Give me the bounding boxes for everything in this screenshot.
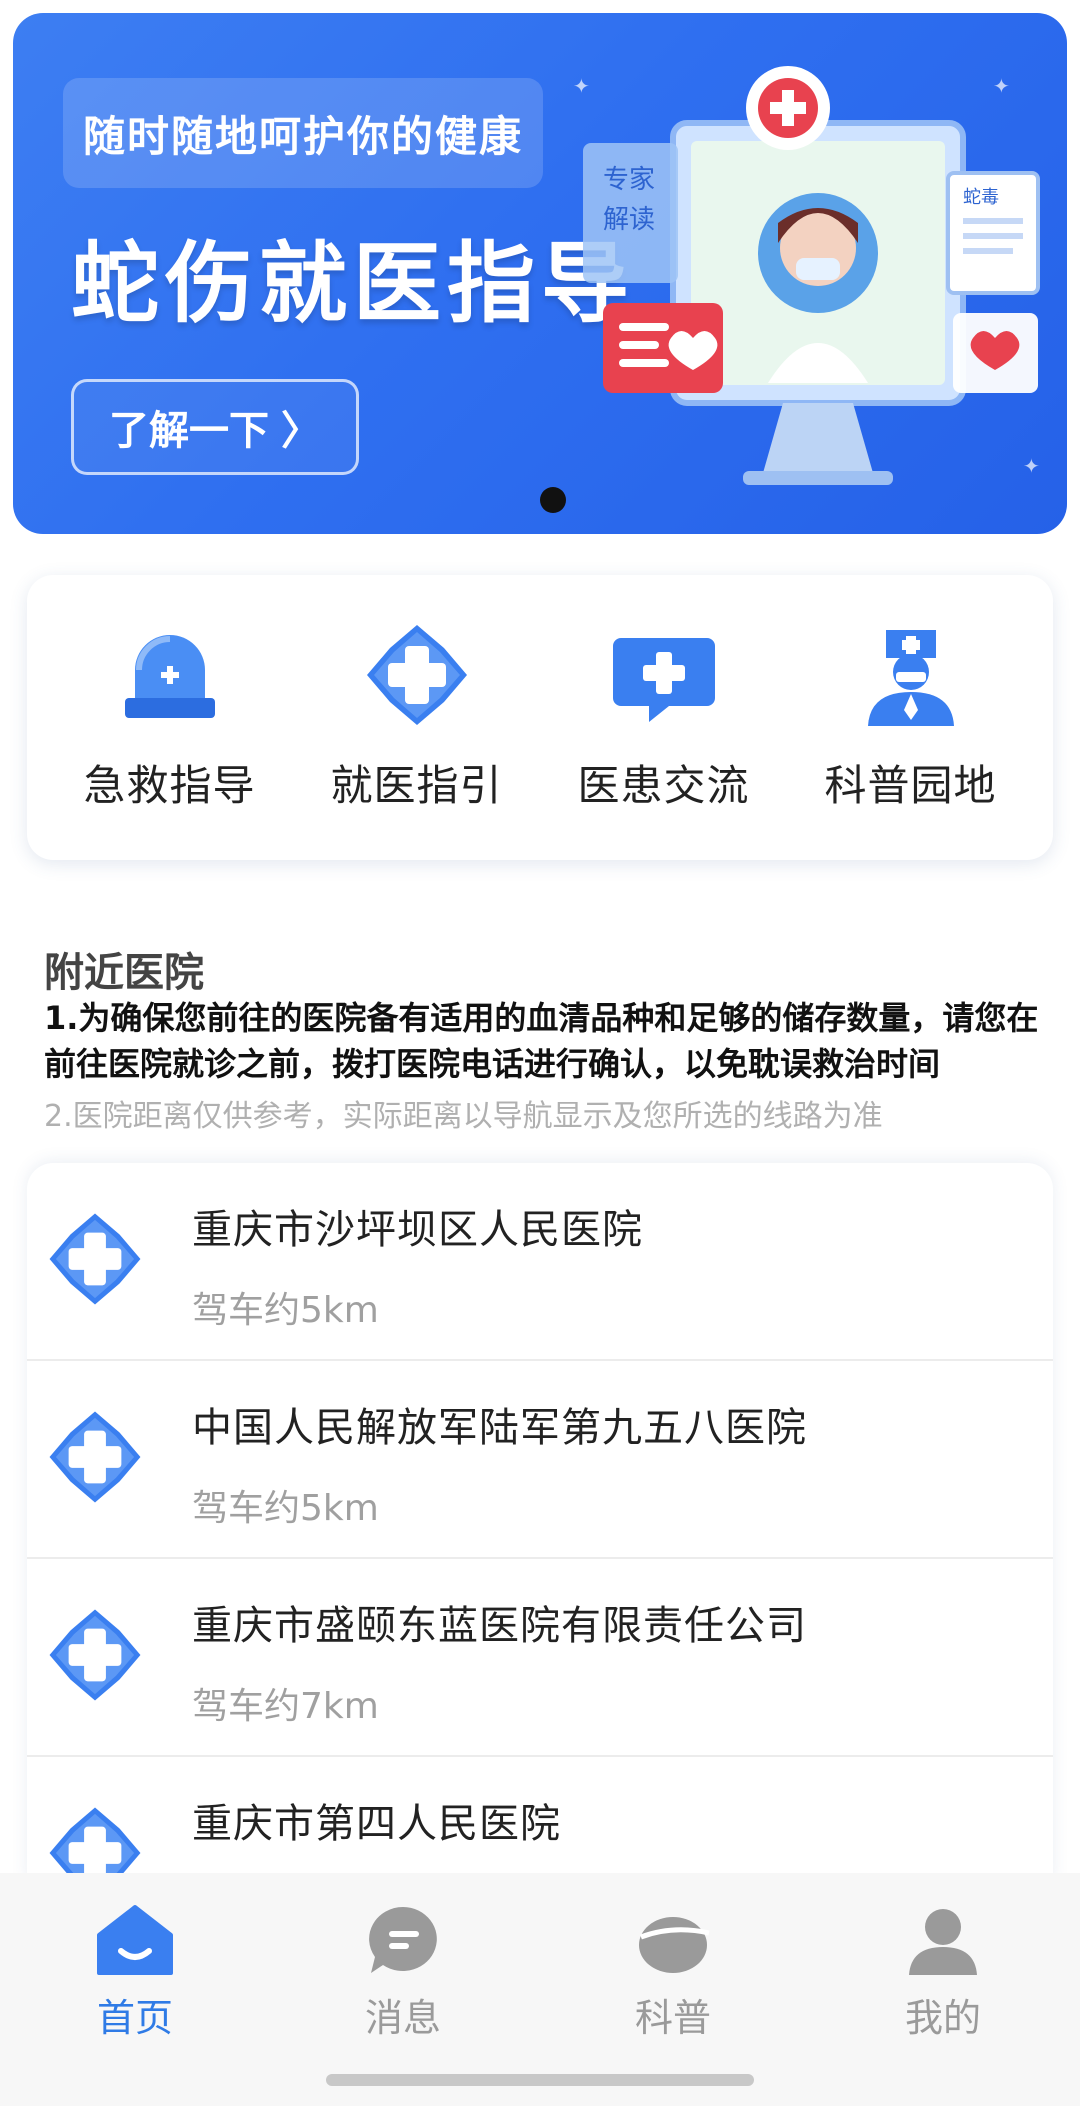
quick-item-doctor-patient-chat[interactable]: 医患交流	[541, 575, 786, 860]
tab-label: 我的	[904, 1996, 981, 2040]
quick-item-science[interactable]: 科普园地	[788, 575, 1033, 860]
quick-item-label: 医患交流	[577, 761, 750, 810]
hospital-list-item[interactable]: 重庆市第四人民医院	[27, 1757, 1053, 1883]
tab-label: 科普	[634, 1996, 711, 2040]
banner-title: 蛇伤就医指导	[71, 232, 636, 335]
home-icon	[97, 1905, 173, 1975]
hospital-cross-icon	[49, 1609, 141, 1701]
app-page: 随时随地呵护你的健康 蛇伤就医指导 了解一下 〉 专家 解读 蛇毒 ✦ ✦ ✦ …	[0, 0, 1080, 2106]
quick-item-label: 科普园地	[824, 761, 997, 810]
nearby-hospitals-title: 附近医院	[44, 950, 204, 996]
hospital-distance: 驾车约5km	[192, 1488, 379, 1529]
hospital-cross-icon	[49, 1411, 141, 1503]
hospital-list-item[interactable]: 重庆市盛颐东蓝医院有限责任公司 驾车约7km	[27, 1559, 1053, 1757]
quick-item-first-aid[interactable]: 急救指导	[47, 575, 292, 860]
home-indicator[interactable]	[326, 2074, 754, 2086]
distance-notice: 2.医院距离仅供参考，实际距离以导航显示及您所选的线路为准	[44, 1099, 883, 1134]
banner-tagline: 随时随地呵护你的健康	[63, 78, 543, 188]
hospital-distance: 驾车约5km	[192, 1290, 379, 1331]
emergency-light-icon	[124, 635, 215, 718]
hospital-cross-icon	[49, 1213, 141, 1305]
medical-cross-icon	[366, 625, 467, 725]
chat-cross-icon	[612, 638, 715, 722]
art-card-text-1: 专家	[603, 165, 655, 195]
nurse-icon	[867, 630, 954, 726]
svg-text:✦: ✦	[573, 74, 590, 98]
tab-messages[interactable]: 消息	[313, 1903, 493, 2042]
quick-menu: 急救指导 就医指引 医患交流 科普园地	[27, 575, 1053, 860]
quick-item-label: 急救指导	[83, 761, 256, 810]
carousel-indicator-dot[interactable]	[540, 487, 566, 513]
hospital-name: 重庆市沙坪坝区人民医院	[192, 1207, 643, 1253]
hospital-cross-icon	[49, 1807, 141, 1883]
art-card-text-2: 解读	[603, 205, 655, 235]
tab-label: 消息	[364, 1996, 441, 2040]
hospital-name: 中国人民解放军陆军第九五八医院	[192, 1405, 807, 1451]
bottom-tab-bar: 首页 消息 科普 我的	[0, 1873, 1080, 2106]
serum-notice: 1.为确保您前往的医院备有适用的血清品种和足够的储存数量，请您在前往医院就诊之前…	[44, 999, 1039, 1083]
message-icon	[369, 1907, 437, 1973]
hospital-list: 重庆市沙坪坝区人民医院 驾车约5km 中国人民解放军陆军第九五八医院 驾车约5k…	[27, 1163, 1053, 1883]
svg-text:✦: ✦	[1023, 454, 1040, 478]
tab-label: 首页	[96, 1996, 173, 2040]
art-doc-text: 蛇毒	[963, 187, 999, 208]
tab-profile[interactable]: 我的	[853, 1903, 1033, 2042]
doctor-monitor-illustration: 专家 解读 蛇毒 ✦ ✦ ✦	[573, 66, 1040, 485]
tab-science[interactable]: 科普	[583, 1903, 763, 2042]
quick-item-label: 就医指引	[330, 761, 503, 810]
quick-item-medical-guide[interactable]: 就医指引	[294, 575, 539, 860]
hospital-name: 重庆市盛颐东蓝医院有限责任公司	[192, 1603, 807, 1649]
profile-icon	[909, 1909, 977, 1975]
promo-banner[interactable]: 随时随地呵护你的健康 蛇伤就医指导 了解一下 〉 专家 解读 蛇毒 ✦ ✦ ✦	[13, 13, 1067, 534]
chevron-right-icon: 〉	[281, 408, 321, 454]
svg-text:✦: ✦	[993, 74, 1010, 98]
tab-home[interactable]: 首页	[45, 1903, 225, 2042]
hospital-name: 重庆市第四人民医院	[192, 1801, 561, 1847]
hospital-distance: 驾车约7km	[192, 1686, 379, 1727]
learn-more-label: 了解一下	[109, 408, 269, 454]
hospital-list-item[interactable]: 中国人民解放军陆军第九五八医院 驾车约5km	[27, 1361, 1053, 1559]
science-icon	[639, 1917, 710, 1973]
learn-more-button[interactable]: 了解一下 〉	[71, 379, 359, 475]
hospital-list-item[interactable]: 重庆市沙坪坝区人民医院 驾车约5km	[27, 1163, 1053, 1361]
